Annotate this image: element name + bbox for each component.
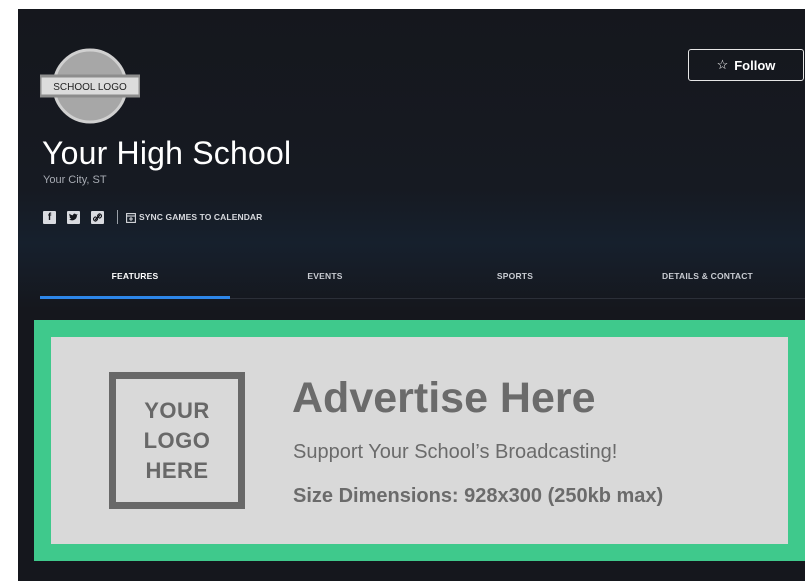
tab-events[interactable]: EVENTS [230,271,420,298]
tab-details-contact[interactable]: DETAILS & CONTACT [610,271,805,298]
facebook-icon[interactable]: f [43,210,56,224]
star-icon: ☆ [716,57,729,72]
tab-bar: FEATURES EVENTS SPORTS DETAILS & CONTACT [40,271,805,299]
school-name: Your High School [42,135,292,171]
twitter-icon[interactable] [67,210,80,224]
tab-features[interactable]: FEATURES [40,271,230,298]
separator [117,210,118,224]
school-page: SCHOOL LOGO ☆ Follow Your High School Yo… [18,9,805,581]
social-links: f SYNC GAMES TO CALENDAR [43,210,262,224]
ad-title: Advertise Here [292,374,596,422]
school-location: Your City, ST [43,174,107,186]
tab-sports[interactable]: SPORTS [420,271,610,298]
ad-logo-placeholder: YOUR LOGO HERE [109,372,245,509]
calendar-icon[interactable] [126,212,136,223]
active-tab-indicator [40,296,230,299]
ad-logo-line: LOGO [143,427,211,453]
follow-button[interactable]: ☆ Follow [688,49,804,81]
school-logo-text: SCHOOL LOGO [53,82,127,93]
school-logo: SCHOOL LOGO [40,48,140,124]
follow-label: Follow [734,57,776,73]
sync-calendar-link[interactable]: SYNC GAMES TO CALENDAR [139,212,262,222]
ad-logo-line: HERE [145,457,209,483]
ad-banner-content: YOUR LOGO HERE Advertise Here Support Yo… [51,337,788,544]
link-icon[interactable] [91,210,104,224]
ad-logo-line: YOUR [144,397,210,423]
ad-banner[interactable]: YOUR LOGO HERE Advertise Here Support Yo… [34,320,805,561]
ad-subtitle: Support Your School’s Broadcasting! [293,441,618,463]
ad-size-dimensions: Size Dimensions: 928x300 (250kb max) [293,485,664,507]
